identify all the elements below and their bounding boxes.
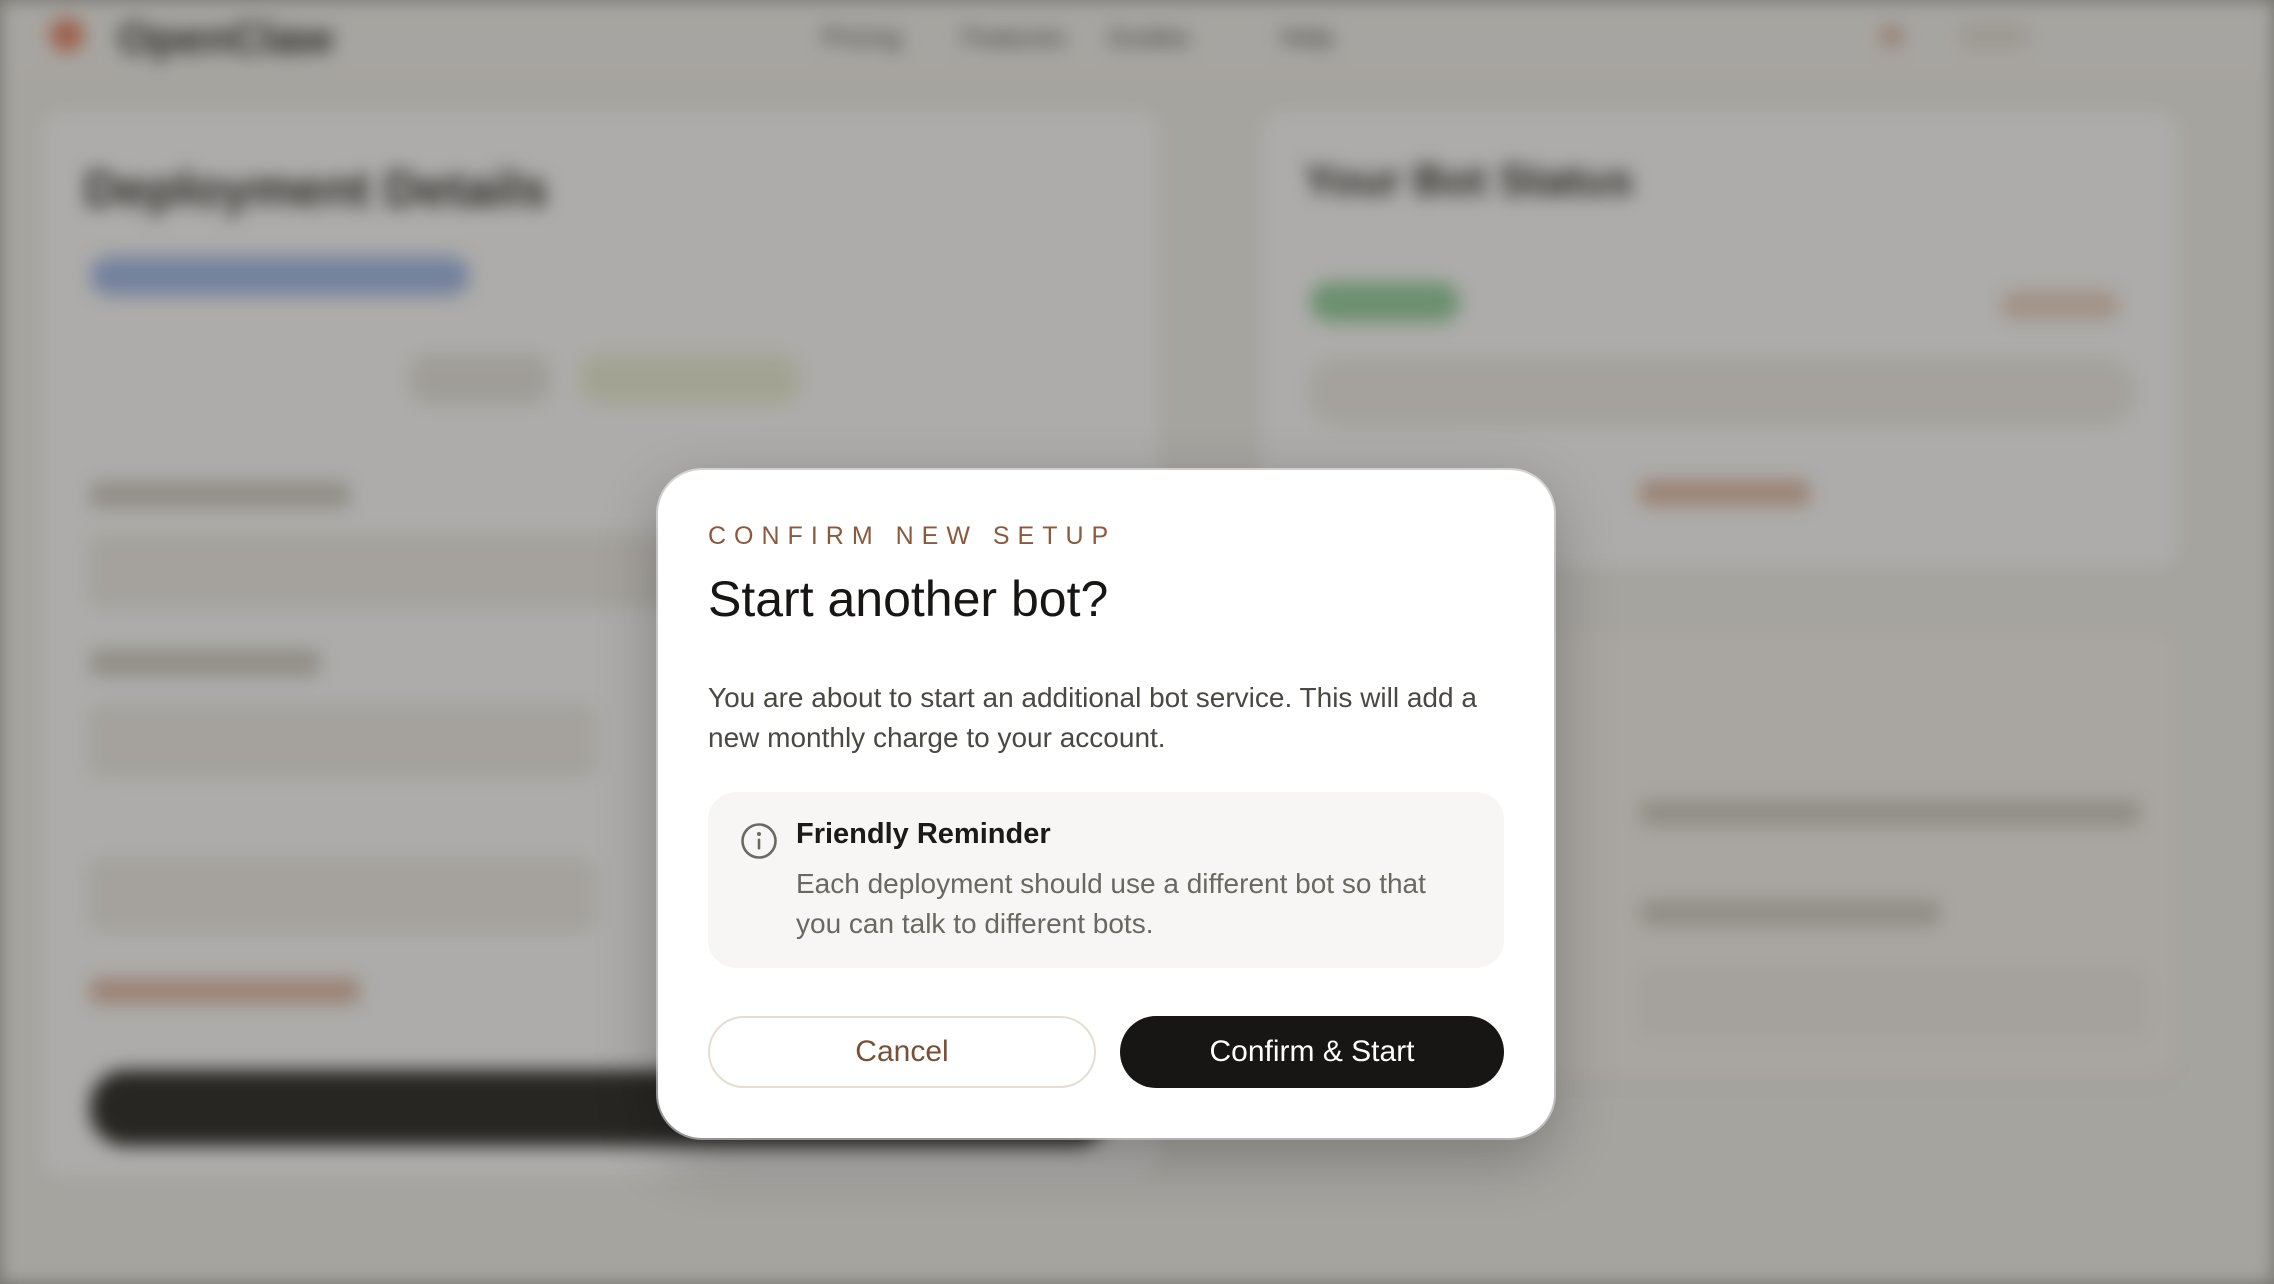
reminder-title: Friendly Reminder — [796, 818, 1051, 850]
info-icon — [740, 822, 778, 860]
confirm-dialog: CONFIRM NEW SETUP Start another bot? You… — [658, 470, 1554, 1138]
reminder-text: Each deployment should use a different b… — [796, 868, 1426, 939]
friendly-reminder-box: Friendly Reminder Each deployment should… — [708, 792, 1504, 968]
dialog-title: Start another bot? — [708, 571, 1109, 627]
confirm-start-button[interactable]: Confirm & Start — [1120, 1016, 1504, 1088]
dialog-eyebrow: CONFIRM NEW SETUP — [708, 522, 1117, 550]
dialog-body-text: You are about to start an additional bot… — [708, 682, 1477, 753]
cancel-button[interactable]: Cancel — [708, 1016, 1096, 1088]
